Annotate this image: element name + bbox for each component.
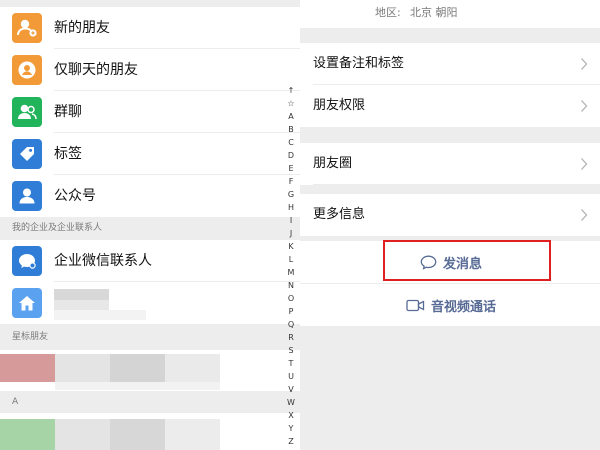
index-letter[interactable]: K [284,242,298,252]
send-message-label: 发消息 [443,256,483,272]
index-letter[interactable]: A [284,112,298,122]
index-letter[interactable]: F [284,177,298,187]
contact-row-tags[interactable]: 标签 [0,133,300,175]
contact-row-starred-blurred[interactable] [0,350,300,391]
group-chat-icon [12,97,42,127]
profile-pane: 地区: 北京 朝阳 设置备注和标签 朋友权限 朋友圈 更多信息 发消息 音视频通… [300,0,600,450]
blurred-avatar [0,354,55,382]
index-letter[interactable]: G [284,190,298,200]
row-divider [313,184,600,185]
section-header-label: 我的企业及企业联系人 [12,223,103,233]
contact-row-chat-only-friends[interactable]: 仅聊天的朋友 [0,49,300,91]
chevron-right-icon [581,58,588,70]
section-header-letter-a: A [0,391,300,413]
blurred-name [55,354,110,382]
blurred-name [110,419,165,450]
chevron-right-icon [581,158,588,170]
index-letter[interactable]: R [284,333,298,343]
section-header-label: 星标朋友 [12,332,49,342]
contact-row-label: 标签 [54,146,82,162]
blurred-name [165,354,220,382]
index-letter[interactable]: J [284,229,298,239]
index-letter[interactable]: I [284,216,298,226]
blurred-avatar [0,419,55,450]
menu-label: 更多信息 [313,207,366,222]
index-letter[interactable]: M [284,268,298,278]
index-letter[interactable]: Z [284,437,298,447]
video-camera-icon [406,299,425,311]
audio-video-call-button[interactable]: 音视频通话 [300,284,600,326]
region-label: 地区: [375,6,401,19]
index-letter[interactable]: D [284,151,298,161]
index-letter[interactable]: N [284,281,298,291]
index-letter[interactable]: X [284,411,298,421]
menu-label: 设置备注和标签 [313,56,405,71]
contact-row-label: 新的朋友 [54,20,110,36]
index-letter[interactable]: O [284,294,298,304]
section-header-starred: 星标朋友 [0,324,300,350]
menu-label: 朋友权限 [313,98,366,113]
wecom-contacts-icon [12,246,42,276]
home-icon [12,288,42,318]
send-message-button[interactable]: 发消息 [300,241,600,283]
moments-row[interactable]: 朋友圈 [300,143,600,185]
friend-permissions-row[interactable]: 朋友权限 [300,85,600,127]
index-letter[interactable]: Y [284,424,298,434]
chat-bubble-icon [420,255,437,270]
index-letter[interactable]: W [284,398,298,408]
contact-row-label: 企业微信联系人 [54,253,152,269]
section-header-enterprise: 我的企业及企业联系人 [0,217,300,240]
alphabet-index[interactable]: ↑ ☆ A B C D E F G H I J K L M N O P Q R … [284,86,298,450]
chevron-right-icon [581,100,588,112]
region-value: 北京 朝阳 [410,6,458,19]
blurred-name [55,382,220,390]
blurred-name [165,419,220,450]
chevron-right-icon [581,209,588,221]
contact-row-wecom-contacts[interactable]: 企业微信联系人 [0,240,300,282]
region-info: 地区: 北京 朝阳 [300,0,600,28]
chat-only-friend-icon [12,55,42,85]
index-letter[interactable]: V [284,385,298,395]
index-letter[interactable]: L [284,255,298,265]
index-letter[interactable]: B [284,125,298,135]
index-letter[interactable]: Q [284,320,298,330]
contact-row-new-friends[interactable]: 新的朋友 [0,7,300,49]
set-remark-and-tags-row[interactable]: 设置备注和标签 [300,43,600,85]
menu-label: 朋友圈 [313,156,353,171]
contact-row-group-chats[interactable]: 群聊 [0,91,300,133]
contact-row-a-blurred[interactable] [0,413,300,450]
blurred-name [55,419,110,450]
contact-row-label: 群聊 [54,104,82,120]
contacts-pane: 新的朋友 仅聊天的朋友 群聊 标签 公众号 我的企业及企业联系人 企业微信联系人… [0,0,300,450]
contact-row-label: 公众号 [54,188,96,204]
index-letter[interactable]: P [284,307,298,317]
index-letter[interactable]: S [284,346,298,356]
index-letter[interactable]: C [284,138,298,148]
blurred-name [110,354,165,382]
tag-icon [12,139,42,169]
more-info-row[interactable]: 更多信息 [300,194,600,236]
index-letter[interactable]: ↑ [284,86,298,96]
index-letter[interactable]: H [284,203,298,213]
index-letter[interactable]: ☆ [284,99,298,109]
blurred-name [54,310,146,320]
top-divider [0,0,300,7]
audio-video-call-label: 音视频通话 [431,299,497,315]
index-letter[interactable]: U [284,372,298,382]
contact-row-enterprise-blurred[interactable] [0,282,300,324]
blurred-name [54,300,109,310]
section-header-label: A [12,397,19,407]
index-letter[interactable]: E [284,164,298,174]
add-friend-icon [12,13,42,43]
contact-row-official-accounts[interactable]: 公众号 [0,175,300,217]
index-letter[interactable]: T [284,359,298,369]
official-account-icon [12,181,42,211]
blurred-name [54,289,109,300]
contact-row-label: 仅聊天的朋友 [54,62,138,78]
